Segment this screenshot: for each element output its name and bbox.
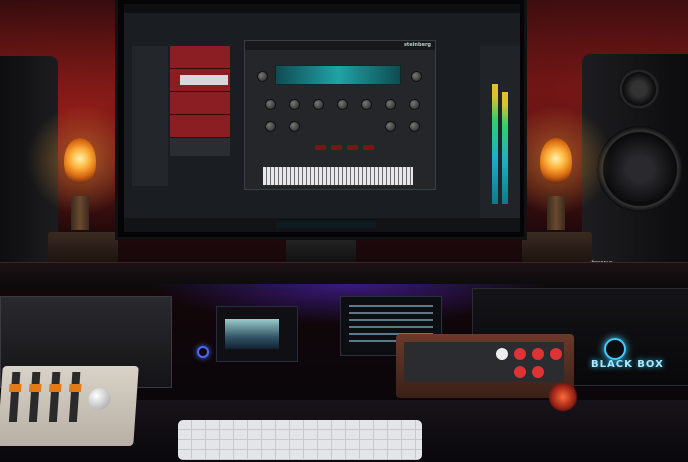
red-button — [315, 145, 326, 150]
fader — [28, 372, 42, 422]
time-display — [276, 221, 376, 228]
red-button — [347, 145, 358, 150]
red-button — [363, 145, 374, 150]
studio-photo: Presonus steinberg — [0, 0, 688, 462]
knob — [313, 99, 324, 110]
waveform-display — [275, 65, 401, 85]
track-lane — [170, 92, 230, 115]
red-button — [331, 145, 342, 150]
track-list — [170, 46, 230, 156]
speaker-tweeter — [618, 68, 660, 110]
monitor-stand — [286, 240, 356, 262]
interface-display — [225, 319, 279, 349]
right-lamp-socket — [547, 196, 565, 230]
synth-knob-red — [532, 366, 544, 378]
midi-clip — [180, 75, 228, 85]
synth-control-panel — [404, 342, 564, 382]
computer-keyboard — [178, 420, 422, 460]
synth-knob-red — [514, 366, 526, 378]
knob — [409, 121, 420, 132]
synth-knob-red — [532, 348, 544, 360]
knob — [265, 121, 276, 132]
synth-plugin-window: steinberg — [244, 40, 436, 190]
knob — [257, 71, 268, 82]
knob — [409, 99, 420, 110]
knob — [289, 121, 300, 132]
fader-cap — [68, 384, 82, 392]
fader — [8, 372, 22, 422]
knob — [385, 121, 396, 132]
jog-knob — [87, 388, 112, 410]
meter-panel — [480, 46, 520, 226]
knob — [337, 99, 348, 110]
right-lamp-wood-base — [522, 232, 592, 262]
glowing-mouse — [548, 382, 578, 412]
menu-bar — [124, 4, 520, 13]
right-edison-bulb — [540, 138, 572, 184]
audio-interface — [216, 306, 298, 362]
track-lane — [170, 115, 230, 138]
level-meter-left — [492, 84, 498, 204]
blue-indicator-ring — [604, 338, 626, 360]
daw-screen: steinberg — [124, 4, 520, 232]
left-lamp-socket — [71, 196, 89, 230]
fader-cap — [8, 384, 22, 392]
fader-controller — [0, 366, 139, 446]
hardware-synth — [396, 334, 574, 398]
fader-cap — [48, 384, 62, 392]
fader — [48, 372, 62, 422]
plugin-title-bar: steinberg — [245, 41, 435, 50]
knob — [265, 99, 276, 110]
knob — [385, 99, 396, 110]
left-edison-bulb — [64, 138, 96, 184]
knob — [411, 71, 422, 82]
left-lamp-wood-base — [48, 232, 118, 262]
knob — [289, 99, 300, 110]
computer-monitor: steinberg — [115, 0, 527, 240]
synth-knob-red — [550, 348, 562, 360]
synth-knob-red — [514, 348, 526, 360]
synth-knob-white — [496, 348, 508, 360]
track-lane — [170, 69, 230, 92]
inspector-panel — [132, 46, 168, 186]
on-screen-piano-keyboard — [263, 167, 413, 185]
fader-cap — [28, 384, 42, 392]
power-led-ring — [197, 346, 209, 358]
plugin-brand: steinberg — [403, 42, 431, 48]
transport-bar — [124, 218, 520, 232]
level-meter-right — [502, 92, 508, 204]
fader — [68, 372, 82, 422]
knob — [361, 99, 372, 110]
track-lane — [170, 46, 230, 69]
black-box-logo: BLACK BOX — [591, 359, 664, 370]
